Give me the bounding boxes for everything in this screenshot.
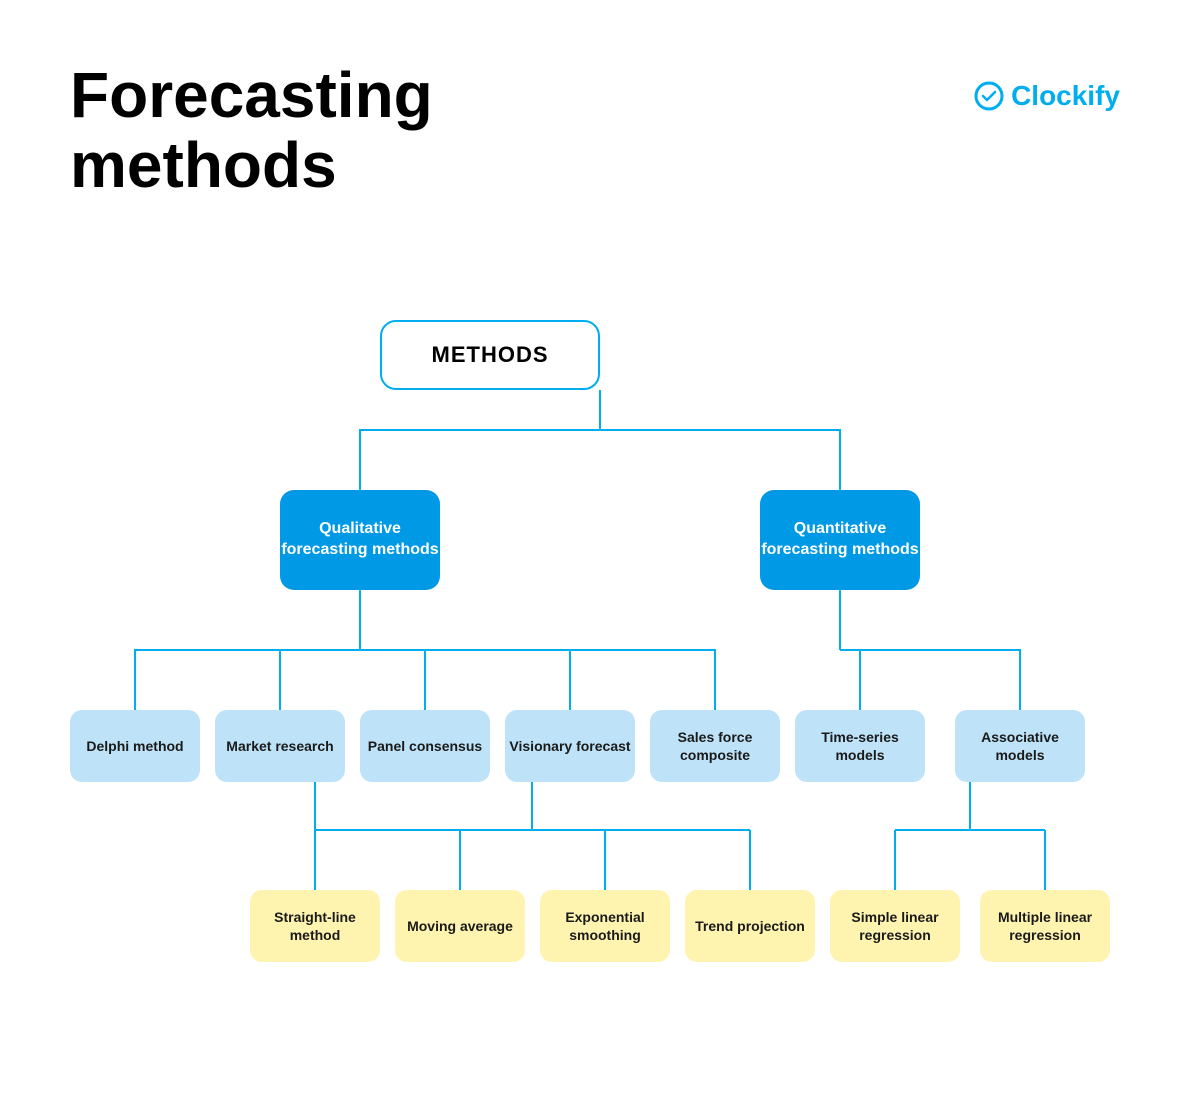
- page-header: Forecastingmethods: [70, 60, 433, 201]
- node-moving: Moving average: [395, 890, 525, 962]
- node-root: METHODS: [380, 320, 600, 390]
- node-delphi: Delphi method: [70, 710, 200, 782]
- node-sales: Sales force composite: [650, 710, 780, 782]
- node-panel: Panel consensus: [360, 710, 490, 782]
- node-market: Market research: [215, 710, 345, 782]
- node-timeseries: Time-series models: [795, 710, 925, 782]
- node-associative: Associative models: [955, 710, 1085, 782]
- node-simple: Simple linear regression: [830, 890, 960, 962]
- page-title: Forecastingmethods: [70, 60, 433, 201]
- node-multiple: Multiple linear regression: [980, 890, 1110, 962]
- node-trend: Trend projection: [685, 890, 815, 962]
- logo-text: Clockify: [1011, 80, 1120, 112]
- node-visionary: Visionary forecast: [505, 710, 635, 782]
- node-quantitative: Quantitative forecasting methods: [760, 490, 920, 590]
- node-straightline: Straight-line method: [250, 890, 380, 962]
- node-qualitative: Qualitative forecasting methods: [280, 490, 440, 590]
- clockify-logo-icon: [973, 80, 1005, 112]
- node-exponential: Exponential smoothing: [540, 890, 670, 962]
- logo: Clockify: [973, 80, 1120, 112]
